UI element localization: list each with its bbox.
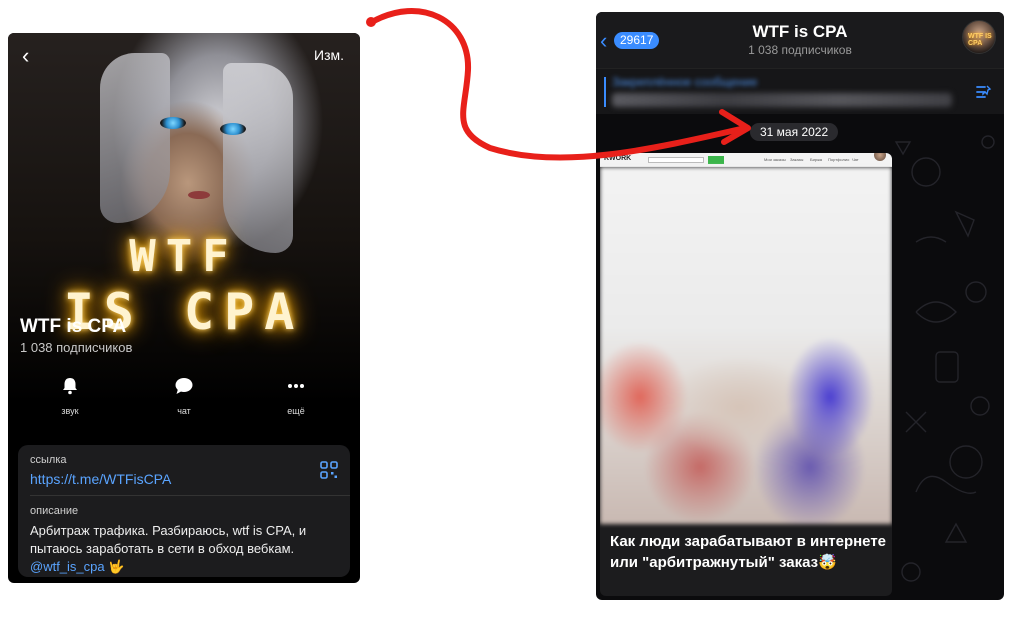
sound-button[interactable]: звук	[40, 377, 100, 419]
cover-hair-left	[100, 53, 170, 223]
post-text: Как люди зарабатывают в интернете или "а…	[610, 533, 887, 571]
more-dots-icon	[288, 384, 304, 388]
sound-label: звук	[61, 406, 79, 416]
edit-button[interactable]: Изм.	[314, 47, 344, 63]
cover-hair-right	[223, 63, 293, 253]
channel-chat-screen: ‹ 29617 WTF is CPA 1 038 подписчиков WTF…	[596, 12, 1004, 600]
screenshot-green-button	[708, 156, 724, 164]
post-image-blurred[interactable]	[600, 167, 892, 524]
channel-profile-screen: WTF IS CPA ‹ Изм. WTF is CPA 1 038 подпи…	[8, 33, 360, 583]
description-label: описание	[30, 505, 79, 517]
screenshot-header: KWORK Мои заказы Заказы Биржа Портфолио …	[600, 153, 892, 167]
kwork-logo: KWORK	[604, 155, 632, 162]
pinned-list-icon[interactable]	[974, 83, 992, 101]
bell-icon	[63, 378, 77, 395]
back-button[interactable]: ‹	[22, 43, 29, 69]
screenshot-avatar	[874, 153, 886, 161]
cover-mouth	[188, 191, 210, 199]
pinned-text-blurred	[612, 93, 952, 107]
channel-name: WTF is CPA	[20, 316, 127, 337]
handle-emoji: 🤟	[108, 559, 125, 574]
cover-title-line1: WTF	[129, 231, 239, 282]
channel-handle-link[interactable]: @wtf_is_cpa	[30, 559, 105, 574]
more-label: ещё	[287, 406, 305, 416]
channel-description: Арбитраж трафика. Разбираюсь, wtf is CPA…	[30, 522, 342, 576]
screenshot-nav-2: Заказы	[790, 157, 804, 162]
chat-title[interactable]: WTF is CPA	[596, 22, 1004, 42]
more-button[interactable]: ещё	[266, 377, 326, 419]
screenshot-nav-5: Чат	[852, 157, 859, 162]
screenshot-nav-3: Биржа	[810, 157, 822, 162]
screenshot-nav-1: Мои заказы	[764, 157, 786, 162]
channel-link[interactable]: https://t.me/WTFisCPA	[30, 471, 171, 487]
screenshot-nav-4: Портфолио	[828, 157, 850, 162]
channel-avatar[interactable]: WTF IS CPA	[962, 20, 996, 54]
cover-eye-left	[160, 117, 186, 129]
chat-subscriber-count: 1 038 подписчиков	[748, 43, 852, 57]
pinned-indicator	[604, 77, 606, 107]
screenshot-search-field	[648, 157, 704, 163]
chat-button[interactable]: чат	[154, 377, 214, 419]
profile-actions: звук чат ещё	[8, 377, 360, 417]
chevron-left-icon: ‹	[22, 43, 30, 68]
date-separator: 31 мая 2022	[750, 123, 839, 141]
chat-label: чат	[177, 406, 191, 416]
channel-subscriber-count: 1 038 подписчиков	[20, 340, 133, 355]
info-divider	[30, 495, 350, 496]
pinned-title: Закреплённое сообщение	[612, 75, 758, 89]
channel-post[interactable]: KWORK Мои заказы Заказы Биржа Портфолио …	[600, 153, 892, 596]
cover-eye-right	[220, 123, 246, 135]
channel-info-card: ссылка https://t.me/WTFisCPA описание Ар…	[18, 445, 350, 577]
chat-bubble-icon	[175, 378, 193, 394]
qr-code-icon[interactable]	[320, 461, 338, 479]
link-label: ссылка	[30, 454, 67, 466]
avatar-caption: WTF IS CPA	[968, 33, 992, 47]
description-text: Арбитраж трафика. Разбираюсь, wtf is CPA…	[30, 523, 307, 556]
pinned-message-bar[interactable]: Закреплённое сообщение	[596, 68, 1004, 114]
chat-header: ‹ 29617 WTF is CPA 1 038 подписчиков WTF…	[596, 12, 1004, 68]
